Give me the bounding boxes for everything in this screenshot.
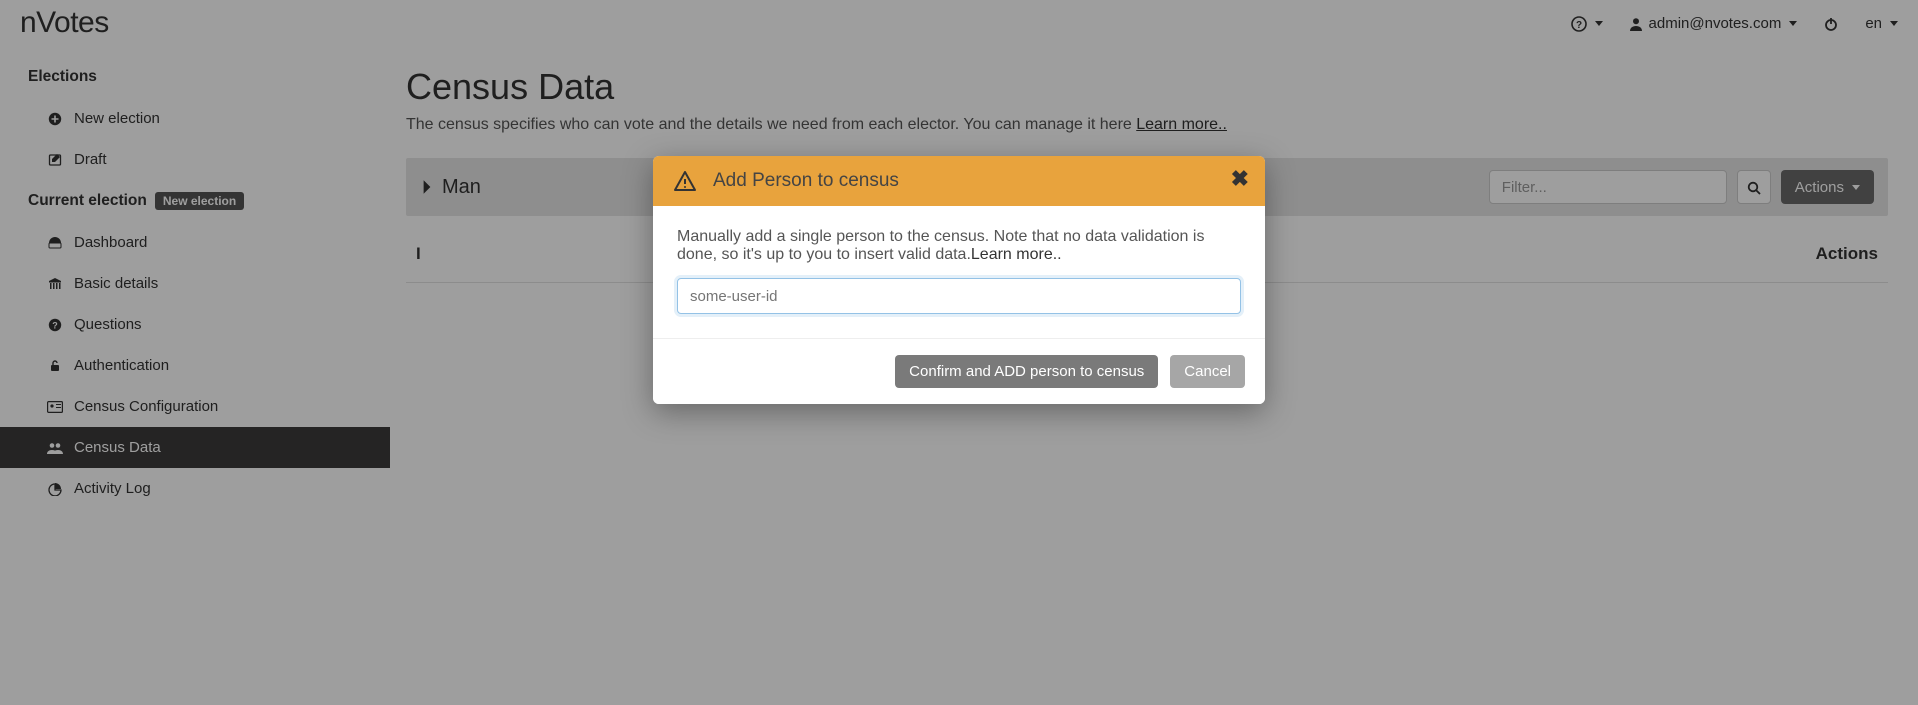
modal-close-button[interactable]: ✖ (1231, 166, 1249, 192)
add-person-modal: Add Person to census ✖ Manually add a si… (653, 156, 1265, 404)
modal-footer: Confirm and ADD person to census Cancel (653, 338, 1265, 404)
user-id-input[interactable] (677, 278, 1241, 314)
modal-overlay[interactable]: Add Person to census ✖ Manually add a si… (0, 0, 1918, 705)
modal-header: Add Person to census ✖ (653, 156, 1265, 206)
modal-body: Manually add a single person to the cens… (653, 206, 1265, 338)
cancel-button[interactable]: Cancel (1170, 355, 1245, 388)
warning-icon (673, 170, 697, 192)
confirm-add-button[interactable]: Confirm and ADD person to census (895, 355, 1158, 388)
modal-title: Add Person to census (713, 170, 899, 192)
modal-learn-more-link[interactable]: Learn more.. (971, 246, 1062, 263)
modal-description: Manually add a single person to the cens… (677, 228, 1204, 263)
